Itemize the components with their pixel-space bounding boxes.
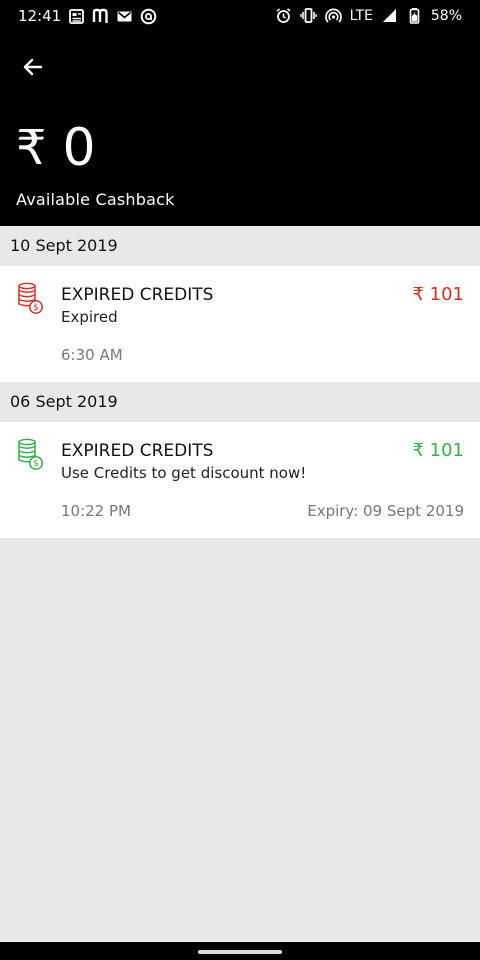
- at-icon: [140, 8, 157, 25]
- date-header: 10 Sept 2019: [0, 226, 480, 266]
- transaction-card[interactable]: $ EXPIRED CREDITS Use Credits to get dis…: [0, 422, 480, 538]
- status-time: 12:41: [18, 7, 62, 25]
- cashback-header: ₹ 0 Available Cashback: [0, 34, 480, 226]
- transaction-time: 6:30 AM: [61, 346, 123, 364]
- signal-icon: [381, 7, 398, 24]
- network-type: LTE: [349, 7, 373, 24]
- coins-icon: $: [18, 438, 43, 470]
- news-icon: [68, 8, 85, 25]
- hotspot-icon: [324, 7, 342, 24]
- date-header: 06 Sept 2019: [0, 382, 480, 422]
- home-indicator[interactable]: [198, 950, 282, 954]
- battery-icon: [406, 7, 423, 24]
- transaction-status: Expired: [61, 308, 118, 326]
- transaction-title: EXPIRED CREDITS: [61, 441, 214, 461]
- arrow-left-icon: [23, 58, 43, 76]
- cashback-amount-row: ₹ 0: [16, 122, 96, 174]
- transaction-amount: ₹ 101: [412, 284, 464, 305]
- navigation-bar: [0, 942, 480, 960]
- transaction-amount: ₹ 101: [412, 440, 464, 461]
- transaction-message: Use Credits to get discount now!: [61, 464, 307, 482]
- m-app-icon: [92, 8, 109, 25]
- status-right: LTE 58%: [275, 7, 462, 24]
- notification-icons: [68, 8, 157, 25]
- svg-text:$: $: [33, 303, 38, 313]
- transaction-card[interactable]: $ EXPIRED CREDITS Expired ₹ 101 6:30 AM: [0, 266, 480, 382]
- currency-symbol: ₹: [16, 120, 47, 176]
- gmail-icon: [116, 8, 133, 25]
- vibrate-icon: [299, 7, 317, 24]
- transaction-title: EXPIRED CREDITS: [61, 285, 214, 305]
- cashback-amount: 0: [62, 118, 96, 178]
- transaction-expiry: Expiry: 09 Sept 2019: [307, 502, 464, 520]
- back-button[interactable]: [18, 52, 48, 82]
- alarm-icon: [275, 7, 292, 24]
- battery-percent: 58%: [430, 7, 462, 24]
- coins-icon: $: [18, 282, 43, 314]
- svg-text:$: $: [33, 459, 38, 469]
- transaction-time: 10:22 PM: [61, 502, 131, 520]
- cashback-label: Available Cashback: [16, 190, 175, 209]
- status-bar: 12:41 LTE 58%: [0, 0, 480, 34]
